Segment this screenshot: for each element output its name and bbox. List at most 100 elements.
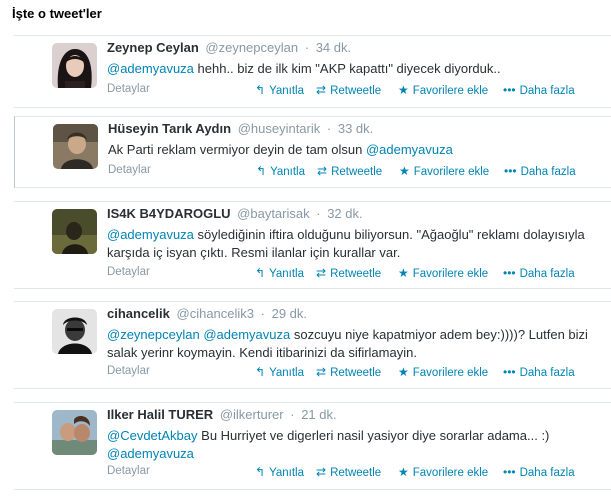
star-icon: ★: [398, 266, 409, 280]
more-button[interactable]: ••• Daha fazla: [503, 83, 575, 97]
details-link[interactable]: Detaylar: [107, 83, 150, 95]
favorite-label: Favorilere ekle: [413, 166, 490, 178]
details-link[interactable]: Detaylar: [108, 164, 151, 176]
retweet-icon: ⇄: [316, 266, 327, 280]
more-label: Daha fazla: [519, 268, 575, 280]
author-name[interactable]: cihancelik: [107, 306, 170, 321]
author-handle[interactable]: @ilkerturer: [220, 407, 284, 422]
tweet-time[interactable]: 33 dk.: [338, 121, 373, 136]
more-button[interactable]: ••• Daha fazla: [503, 465, 575, 479]
star-icon: ★: [399, 164, 410, 178]
mention-link[interactable]: @ademyavuza: [107, 61, 194, 76]
tweet-time[interactable]: 32 dk.: [327, 206, 362, 221]
reply-button[interactable]: ↰ Yanıtla: [255, 365, 304, 379]
more-label: Daha fazla: [519, 467, 575, 479]
mention-link[interactable]: @CevdetAkbay: [107, 428, 198, 443]
details-link[interactable]: Detaylar: [107, 266, 150, 278]
retweet-label: Retweetle: [330, 268, 382, 280]
retweet-label: Retweetle: [330, 85, 382, 97]
favorite-button[interactable]: ★ Favorilere ekle: [398, 465, 488, 479]
author-handle[interactable]: @zeynepceylan: [205, 40, 298, 55]
author-handle[interactable]: @baytarisak: [237, 206, 309, 221]
details-link[interactable]: Detaylar: [107, 465, 150, 477]
tweet-item[interactable]: Hüseyin Tarık Aydın @huseyintarik · 33 d…: [14, 116, 611, 188]
tweet-item[interactable]: cihancelik @cihancelik3 · 29 dk. @zeynep…: [14, 301, 611, 389]
tweet-text: @zeynepceylan @ademyavuza sozcuyu niye k…: [107, 326, 597, 362]
favorite-label: Favorilere ekle: [412, 467, 489, 479]
avatar[interactable]: [52, 410, 97, 455]
retweet-label: Retweetle: [331, 166, 383, 178]
author-name[interactable]: Ilker Halil TURER: [107, 407, 213, 422]
avatar[interactable]: [52, 209, 97, 254]
tweet-text: @CevdetAkbay Bu Hurriyet ve digerleri na…: [107, 427, 597, 463]
mention-link[interactable]: @zeynepceylan: [107, 327, 200, 342]
tweet-body: Ak Parti reklam vermiyor deyin de tam ol…: [108, 142, 366, 157]
reply-arrow-icon: ↰: [255, 465, 266, 479]
favorite-button[interactable]: ★ Favorilere ekle: [398, 83, 488, 97]
tweet-header: IS4K B4YDAROGLU @baytarisak · 32 dk.: [107, 206, 363, 222]
author-name[interactable]: Hüseyin Tarık Aydın: [108, 121, 231, 136]
tweet-header: Ilker Halil TURER @ilkerturer · 21 dk.: [107, 407, 337, 423]
tweet-header: Hüseyin Tarık Aydın @huseyintarik · 33 d…: [108, 121, 373, 137]
mention-link[interactable]: @ademyavuza: [107, 227, 194, 242]
tweet-text: Ak Parti reklam vermiyor deyin de tam ol…: [108, 141, 598, 159]
tweet-item[interactable]: Ilker Halil TURER @ilkerturer · 21 dk. @…: [14, 402, 611, 490]
details-link[interactable]: Detaylar: [107, 365, 150, 377]
tweet-header: Zeynep Ceylan @zeynepceylan · 34 dk.: [107, 40, 351, 56]
mention-link[interactable]: @ademyavuza: [366, 142, 453, 157]
retweet-label: Retweetle: [330, 367, 382, 379]
retweet-button[interactable]: ⇄ Retweetle: [316, 365, 381, 379]
reply-arrow-icon: ↰: [255, 266, 266, 280]
more-button[interactable]: ••• Daha fazla: [504, 164, 576, 178]
tweet-text: @ademyavuza söylediğinin iftira olduğunu…: [107, 226, 597, 262]
star-icon: ★: [398, 83, 409, 97]
reply-label: Yanıtla: [269, 268, 305, 280]
retweet-button[interactable]: ⇄ Retweetle: [316, 465, 381, 479]
author-handle[interactable]: @cihancelik3: [177, 306, 255, 321]
reply-arrow-icon: ↰: [256, 164, 267, 178]
reply-label: Yanıtla: [269, 85, 305, 97]
author-handle[interactable]: @huseyintarik: [238, 121, 321, 136]
tweet-time[interactable]: 21 dk.: [301, 407, 336, 422]
retweet-button[interactable]: ⇄ Retweetle: [316, 83, 381, 97]
mention-link[interactable]: @ademyavuza: [203, 327, 290, 342]
separator-dot: ·: [316, 206, 321, 221]
retweet-icon: ⇄: [316, 83, 327, 97]
retweet-icon: ⇄: [317, 164, 328, 178]
more-button[interactable]: ••• Daha fazla: [503, 365, 575, 379]
separator-dot: ·: [290, 407, 295, 422]
reply-button[interactable]: ↰ Yanıtla: [256, 164, 305, 178]
author-name[interactable]: IS4K B4YDAROGLU: [107, 206, 231, 221]
reply-button[interactable]: ↰ Yanıtla: [255, 465, 304, 479]
favorite-button[interactable]: ★ Favorilere ekle: [398, 365, 488, 379]
retweet-button[interactable]: ⇄ Retweetle: [316, 266, 381, 280]
retweet-button[interactable]: ⇄ Retweetle: [317, 164, 382, 178]
reply-arrow-icon: ↰: [255, 365, 266, 379]
ellipsis-icon: •••: [503, 83, 516, 97]
tweet-time[interactable]: 34 dk.: [316, 40, 351, 55]
reply-button[interactable]: ↰ Yanıtla: [255, 83, 304, 97]
retweet-icon: ⇄: [316, 365, 327, 379]
more-label: Daha fazla: [519, 367, 575, 379]
tweet-item[interactable]: IS4K B4YDAROGLU @baytarisak · 32 dk. @ad…: [14, 201, 611, 289]
tweet-text: @ademyavuza hehh.. biz de ilk kim "AKP k…: [107, 60, 597, 78]
avatar[interactable]: [52, 43, 97, 88]
ellipsis-icon: •••: [504, 164, 517, 178]
tweet-item[interactable]: Zeynep Ceylan @zeynepceylan · 34 dk. @ad…: [14, 35, 611, 108]
favorite-label: Favorilere ekle: [412, 85, 489, 97]
more-button[interactable]: ••• Daha fazla: [503, 266, 575, 280]
avatar[interactable]: [53, 124, 98, 169]
avatar[interactable]: [52, 309, 97, 354]
page-title: İşte o tweet'ler: [12, 6, 102, 21]
favorite-button[interactable]: ★ Favorilere ekle: [399, 164, 489, 178]
favorite-button[interactable]: ★ Favorilere ekle: [398, 266, 488, 280]
mention-link[interactable]: @ademyavuza: [107, 446, 194, 461]
separator-dot: ·: [326, 121, 332, 136]
more-label: Daha fazla: [519, 85, 575, 97]
tweet-time[interactable]: 29 dk.: [272, 306, 307, 321]
author-name[interactable]: Zeynep Ceylan: [107, 40, 199, 55]
favorite-label: Favorilere ekle: [412, 268, 489, 280]
separator-dot: ·: [304, 40, 310, 55]
reply-button[interactable]: ↰ Yanıtla: [255, 266, 304, 280]
star-icon: ★: [398, 465, 409, 479]
